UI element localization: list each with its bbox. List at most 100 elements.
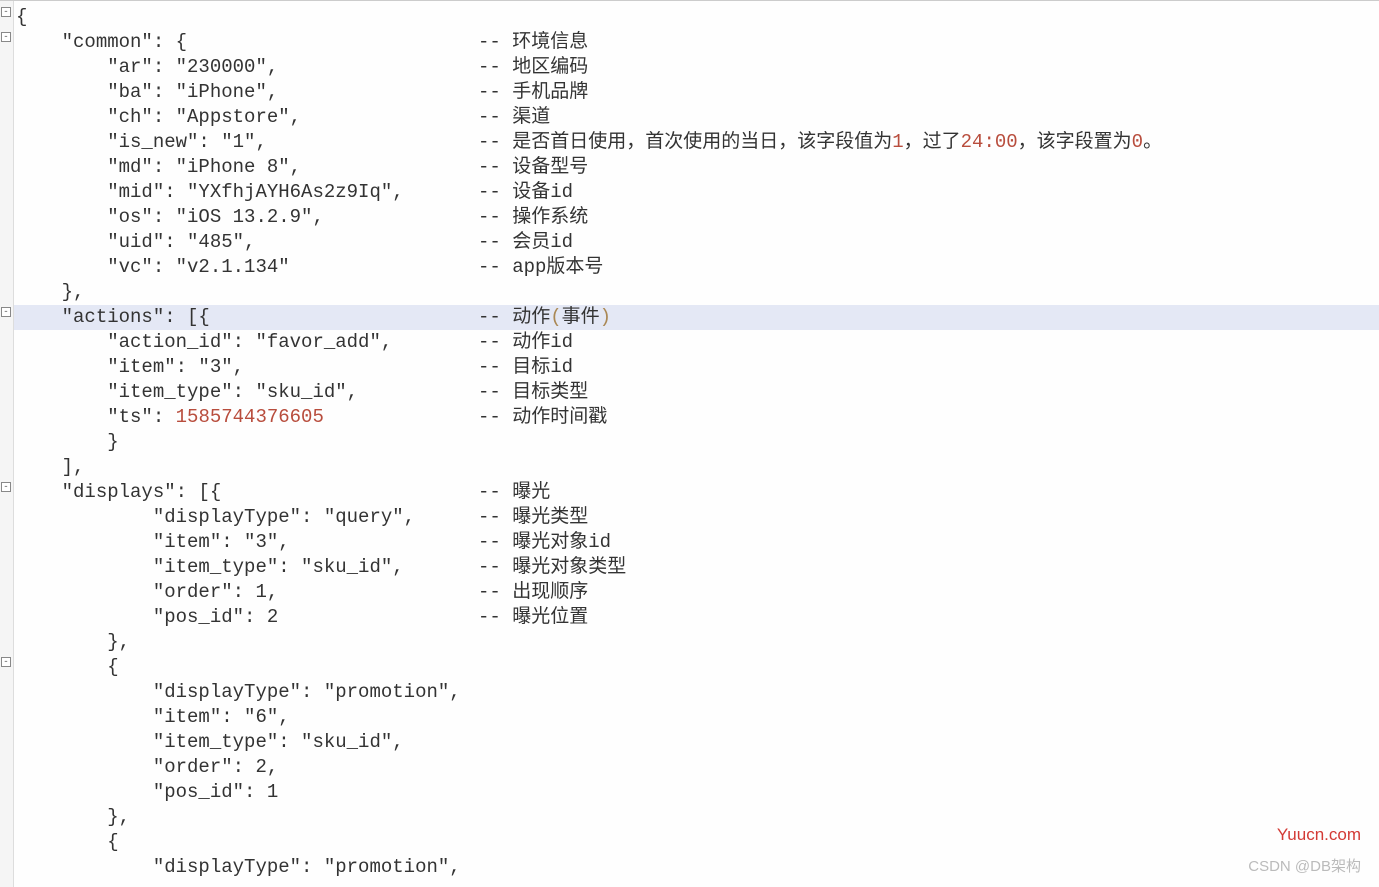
code-text: "order": 2, bbox=[14, 755, 278, 780]
code-line[interactable]: } bbox=[14, 430, 1379, 455]
code-line[interactable]: }, bbox=[14, 805, 1379, 830]
code-text: "is_new": "1", bbox=[14, 130, 267, 155]
fold-toggle-icon[interactable]: - bbox=[1, 307, 11, 317]
code-text: "displays": [{ bbox=[14, 480, 221, 505]
code-comment: -- 是否首日使用，首次使用的当日，该字段值为1，过了24:00，该字段置为0。 bbox=[478, 130, 1162, 155]
code-text: "pos_id": 1 bbox=[14, 780, 278, 805]
code-line[interactable]: "displays": [{ -- 曝光 bbox=[14, 480, 1379, 505]
code-line[interactable]: "common": { -- 环境信息 bbox=[14, 30, 1379, 55]
code-line[interactable]: "md": "iPhone 8", -- 设备型号 bbox=[14, 155, 1379, 180]
code-comment: -- 曝光对象id bbox=[478, 530, 611, 555]
code-text: "actions": [{ bbox=[14, 305, 210, 330]
code-text: "ch": "Appstore", bbox=[14, 105, 301, 130]
fold-gutter[interactable]: - - - - - bbox=[0, 1, 14, 887]
code-comment: -- 目标类型 bbox=[478, 380, 588, 405]
code-line[interactable]: "os": "iOS 13.2.9", -- 操作系统 bbox=[14, 205, 1379, 230]
code-comment: -- 曝光对象类型 bbox=[478, 555, 626, 580]
fold-toggle-icon[interactable]: - bbox=[1, 657, 11, 667]
fold-toggle-icon[interactable]: - bbox=[1, 32, 11, 42]
code-comment: -- 设备id bbox=[478, 180, 573, 205]
code-line[interactable]: { bbox=[14, 5, 1379, 30]
code-comment: -- app版本号 bbox=[478, 255, 603, 280]
code-text: "mid": "YXfhjAYH6As2z9Iq", bbox=[14, 180, 404, 205]
code-line[interactable]: "ba": "iPhone", -- 手机品牌 bbox=[14, 80, 1379, 105]
code-text: "displayType": "promotion", bbox=[14, 680, 461, 705]
code-text: "ts": 1585744376605 bbox=[14, 405, 324, 430]
code-comment: -- 曝光类型 bbox=[478, 505, 588, 530]
code-comment: -- 动作id bbox=[478, 330, 573, 355]
code-text: { bbox=[14, 830, 119, 855]
code-text: "pos_id": 2 bbox=[14, 605, 278, 630]
code-text: }, bbox=[14, 630, 130, 655]
code-comment: -- 曝光 bbox=[478, 480, 550, 505]
code-line[interactable]: "item_type": "sku_id", bbox=[14, 730, 1379, 755]
code-comment: -- 动作时间戳 bbox=[478, 405, 607, 430]
code-text: "item": "3", bbox=[14, 530, 290, 555]
code-text: "order": 1, bbox=[14, 580, 278, 605]
code-line[interactable]: "displayType": "query", -- 曝光类型 bbox=[14, 505, 1379, 530]
code-line[interactable]: "displayType": "promotion", bbox=[14, 680, 1379, 705]
code-line[interactable]: "uid": "485", -- 会员id bbox=[14, 230, 1379, 255]
code-text: "vc": "v2.1.134" bbox=[14, 255, 290, 280]
fold-toggle-icon[interactable]: - bbox=[1, 482, 11, 492]
code-line[interactable]: "item_type": "sku_id", -- 曝光对象类型 bbox=[14, 555, 1379, 580]
code-comment: -- 手机品牌 bbox=[478, 80, 588, 105]
code-line[interactable]: "pos_id": 1 bbox=[14, 780, 1379, 805]
code-line[interactable]: { bbox=[14, 655, 1379, 680]
code-line[interactable]: "ts": 1585744376605 -- 动作时间戳 bbox=[14, 405, 1379, 430]
code-text: "uid": "485", bbox=[14, 230, 255, 255]
code-comment: -- 动作(事件) bbox=[478, 305, 611, 330]
code-line[interactable]: }, bbox=[14, 280, 1379, 305]
code-comment: -- 操作系统 bbox=[478, 205, 588, 230]
code-text: "item_type": "sku_id", bbox=[14, 380, 358, 405]
code-line[interactable]: "item_type": "sku_id", -- 目标类型 bbox=[14, 380, 1379, 405]
code-text: } bbox=[14, 430, 119, 455]
code-line[interactable]: "item": "3", -- 目标id bbox=[14, 355, 1379, 380]
code-text: "common": { bbox=[14, 30, 187, 55]
code-text: { bbox=[14, 5, 27, 30]
code-comment: -- 渠道 bbox=[478, 105, 550, 130]
code-text: ], bbox=[14, 455, 84, 480]
code-line[interactable]: "item": "3", -- 曝光对象id bbox=[14, 530, 1379, 555]
code-line[interactable]: "order": 2, bbox=[14, 755, 1379, 780]
code-text: "ba": "iPhone", bbox=[14, 80, 278, 105]
fold-toggle-icon[interactable]: - bbox=[1, 7, 11, 17]
code-text: }, bbox=[14, 805, 130, 830]
code-line[interactable]: "ar": "230000", -- 地区编码 bbox=[14, 55, 1379, 80]
code-comment: -- 设备型号 bbox=[478, 155, 588, 180]
code-line[interactable]: "actions": [{ -- 动作(事件) bbox=[14, 305, 1379, 330]
code-text: "item_type": "sku_id", bbox=[14, 730, 404, 755]
code-comment: -- 目标id bbox=[478, 355, 573, 380]
code-area[interactable]: { "common": { -- 环境信息 "ar": "230000", -- 地… bbox=[14, 1, 1379, 887]
code-text: "os": "iOS 13.2.9", bbox=[14, 205, 324, 230]
code-line[interactable]: "pos_id": 2 -- 曝光位置 bbox=[14, 605, 1379, 630]
code-line[interactable]: "displayType": "promotion", bbox=[14, 855, 1379, 880]
code-line[interactable]: "vc": "v2.1.134" -- app版本号 bbox=[14, 255, 1379, 280]
code-text: "md": "iPhone 8", bbox=[14, 155, 301, 180]
code-comment: -- 曝光位置 bbox=[478, 605, 588, 630]
code-comment: -- 地区编码 bbox=[478, 55, 588, 80]
code-text: "item_type": "sku_id", bbox=[14, 555, 404, 580]
code-line[interactable]: ], bbox=[14, 455, 1379, 480]
code-line[interactable]: "mid": "YXfhjAYH6As2z9Iq", -- 设备id bbox=[14, 180, 1379, 205]
code-text: }, bbox=[14, 280, 84, 305]
code-comment: -- 会员id bbox=[478, 230, 573, 255]
watermark-yuucn: Yuucn.com bbox=[1277, 822, 1361, 847]
code-line[interactable]: "order": 1, -- 出现顺序 bbox=[14, 580, 1379, 605]
code-line[interactable]: "is_new": "1", -- 是否首日使用，首次使用的当日，该字段值为1，过… bbox=[14, 130, 1379, 155]
code-comment: -- 出现顺序 bbox=[478, 580, 588, 605]
code-text: "ar": "230000", bbox=[14, 55, 278, 80]
code-text: "item": "6", bbox=[14, 705, 290, 730]
code-line[interactable]: { bbox=[14, 830, 1379, 855]
code-text: "item": "3", bbox=[14, 355, 244, 380]
code-text: { bbox=[14, 655, 119, 680]
watermark-csdn: CSDN @DB架构 bbox=[1248, 854, 1361, 879]
code-line[interactable]: "action_id": "favor_add", -- 动作id bbox=[14, 330, 1379, 355]
code-line[interactable]: }, bbox=[14, 630, 1379, 655]
code-text: "action_id": "favor_add", bbox=[14, 330, 392, 355]
code-text: "displayType": "query", bbox=[14, 505, 415, 530]
code-line[interactable]: "item": "6", bbox=[14, 705, 1379, 730]
code-line[interactable]: "ch": "Appstore", -- 渠道 bbox=[14, 105, 1379, 130]
code-comment: -- 环境信息 bbox=[478, 30, 588, 55]
code-editor: - - - - - { "common": { -- 环境信息 "ar": "230000… bbox=[0, 0, 1379, 887]
